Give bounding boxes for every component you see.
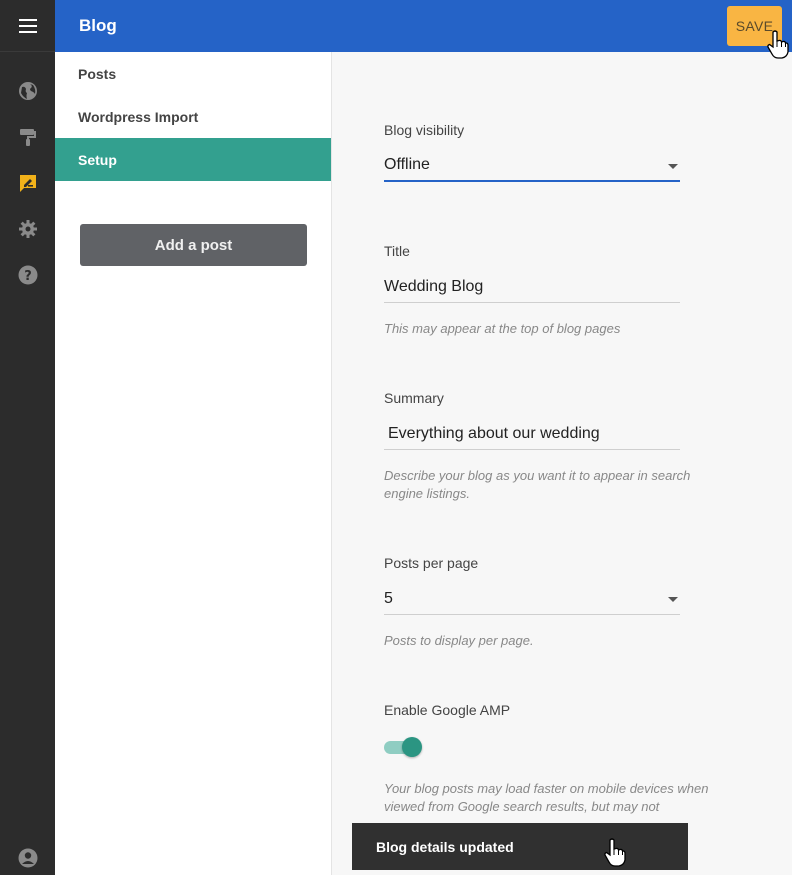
amp-toggle[interactable]	[384, 737, 424, 757]
dropdown-arrow-icon	[668, 164, 678, 169]
posts-per-page-label: Posts per page	[384, 555, 479, 571]
hand-cursor-icon	[767, 30, 789, 59]
add-post-button[interactable]: Add a post	[80, 224, 307, 266]
paint-roller-icon[interactable]	[0, 122, 55, 152]
amp-hint: Your blog posts may load faster on mobil…	[384, 781, 709, 814]
snackbar-message: Blog details updated	[376, 838, 514, 855]
dropdown-arrow-icon	[668, 597, 678, 602]
app-header: Blog SAVE	[55, 0, 792, 52]
help-icon[interactable]: ?	[0, 260, 55, 290]
page-title: Blog	[79, 16, 117, 35]
amp-label: Enable Google AMP	[384, 702, 511, 718]
visibility-label: Blog visibility	[384, 122, 465, 138]
title-value: Wedding Blog	[384, 277, 484, 295]
title-hint: This may appear at the top of blog pages	[384, 321, 621, 336]
globe-icon[interactable]	[0, 76, 55, 106]
blog-edit-icon[interactable]	[0, 168, 55, 198]
title-label: Title	[384, 243, 410, 259]
snackbar: Blog details updated	[352, 823, 688, 870]
summary-input[interactable]: Everything about our wedding	[384, 418, 680, 450]
posts-per-page-select[interactable]: 5	[384, 583, 680, 615]
summary-label: Summary	[384, 390, 444, 406]
svg-text:?: ?	[24, 269, 32, 284]
account-icon[interactable]	[0, 843, 55, 873]
summary-hint: Describe your blog as you want it to app…	[384, 468, 691, 501]
subnav-item-setup[interactable]: Setup	[55, 138, 331, 181]
icon-rail: ?	[0, 0, 55, 875]
visibility-value: Offline	[384, 156, 430, 173]
blog-subnav: Posts Wordpress Import Setup Add a post	[55, 52, 332, 875]
visibility-select[interactable]: Offline	[384, 150, 680, 182]
toggle-knob	[402, 737, 422, 757]
posts-per-page-value: 5	[384, 589, 393, 607]
subnav-item-posts[interactable]: Posts	[55, 52, 331, 95]
menu-icon[interactable]	[0, 0, 55, 52]
hand-cursor-icon	[604, 838, 626, 867]
subnav-item-wordpress-import[interactable]: Wordpress Import	[55, 95, 331, 138]
posts-per-page-hint: Posts to display per page.	[384, 633, 534, 648]
summary-value: Everything about our wedding	[388, 424, 600, 442]
gear-icon[interactable]	[0, 214, 55, 244]
title-input[interactable]: Wedding Blog	[384, 271, 680, 303]
